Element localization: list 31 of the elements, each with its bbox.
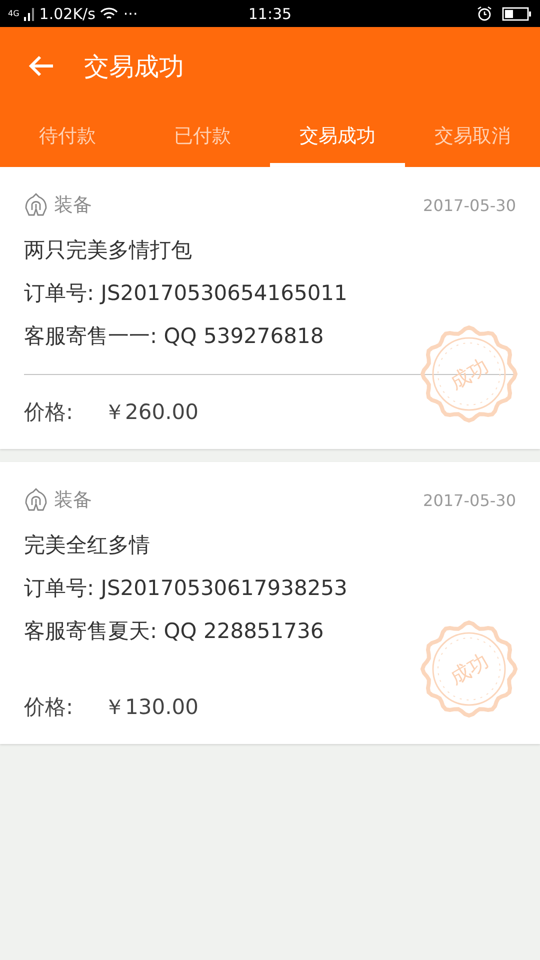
page-title: 交易成功 [84,50,184,82]
order-date: 2017-05-30 [423,196,516,214]
network-speed: 1.02K/s [39,4,96,22]
helmet-icon [24,192,48,218]
order-date: 2017-05-30 [423,490,516,510]
category-label: 装备 [54,488,92,513]
price-value: ￥260.00 [104,399,198,426]
battery-icon [502,6,532,20]
category-label: 装备 [54,193,92,218]
tab[interactable]: 待付款 [0,105,135,167]
signal-icon [24,6,34,20]
success-stamp: 成功 [420,325,518,423]
tab[interactable]: 交易取消 [405,105,540,167]
clock-time: 11:35 [248,4,292,22]
seller-contact: 客服寄售夏天: QQ 228851736 [24,618,325,645]
item-name: 两只完美多情打包 [24,237,193,264]
order-number: 订单号: JS20170530654165011 [24,280,348,307]
item-name: 完美全红多情 [24,532,151,559]
tab[interactable]: 已付款 [135,105,270,167]
helmet-icon [24,487,48,513]
alarm-icon [477,6,492,21]
order-number: 订单号: JS20170530617938253 [24,575,348,602]
price-label: 价格: [24,694,74,721]
price-label: 价格: [24,399,74,426]
network-label: 4G [8,10,20,18]
success-stamp: 成功 [420,620,518,718]
price-value: ￥130.00 [104,694,198,721]
seller-contact: 客服寄售一一: QQ 539276818 [24,323,325,350]
more-dots: ··· [123,4,138,22]
wifi-icon [100,6,118,20]
back-arrow-icon[interactable] [28,55,54,77]
